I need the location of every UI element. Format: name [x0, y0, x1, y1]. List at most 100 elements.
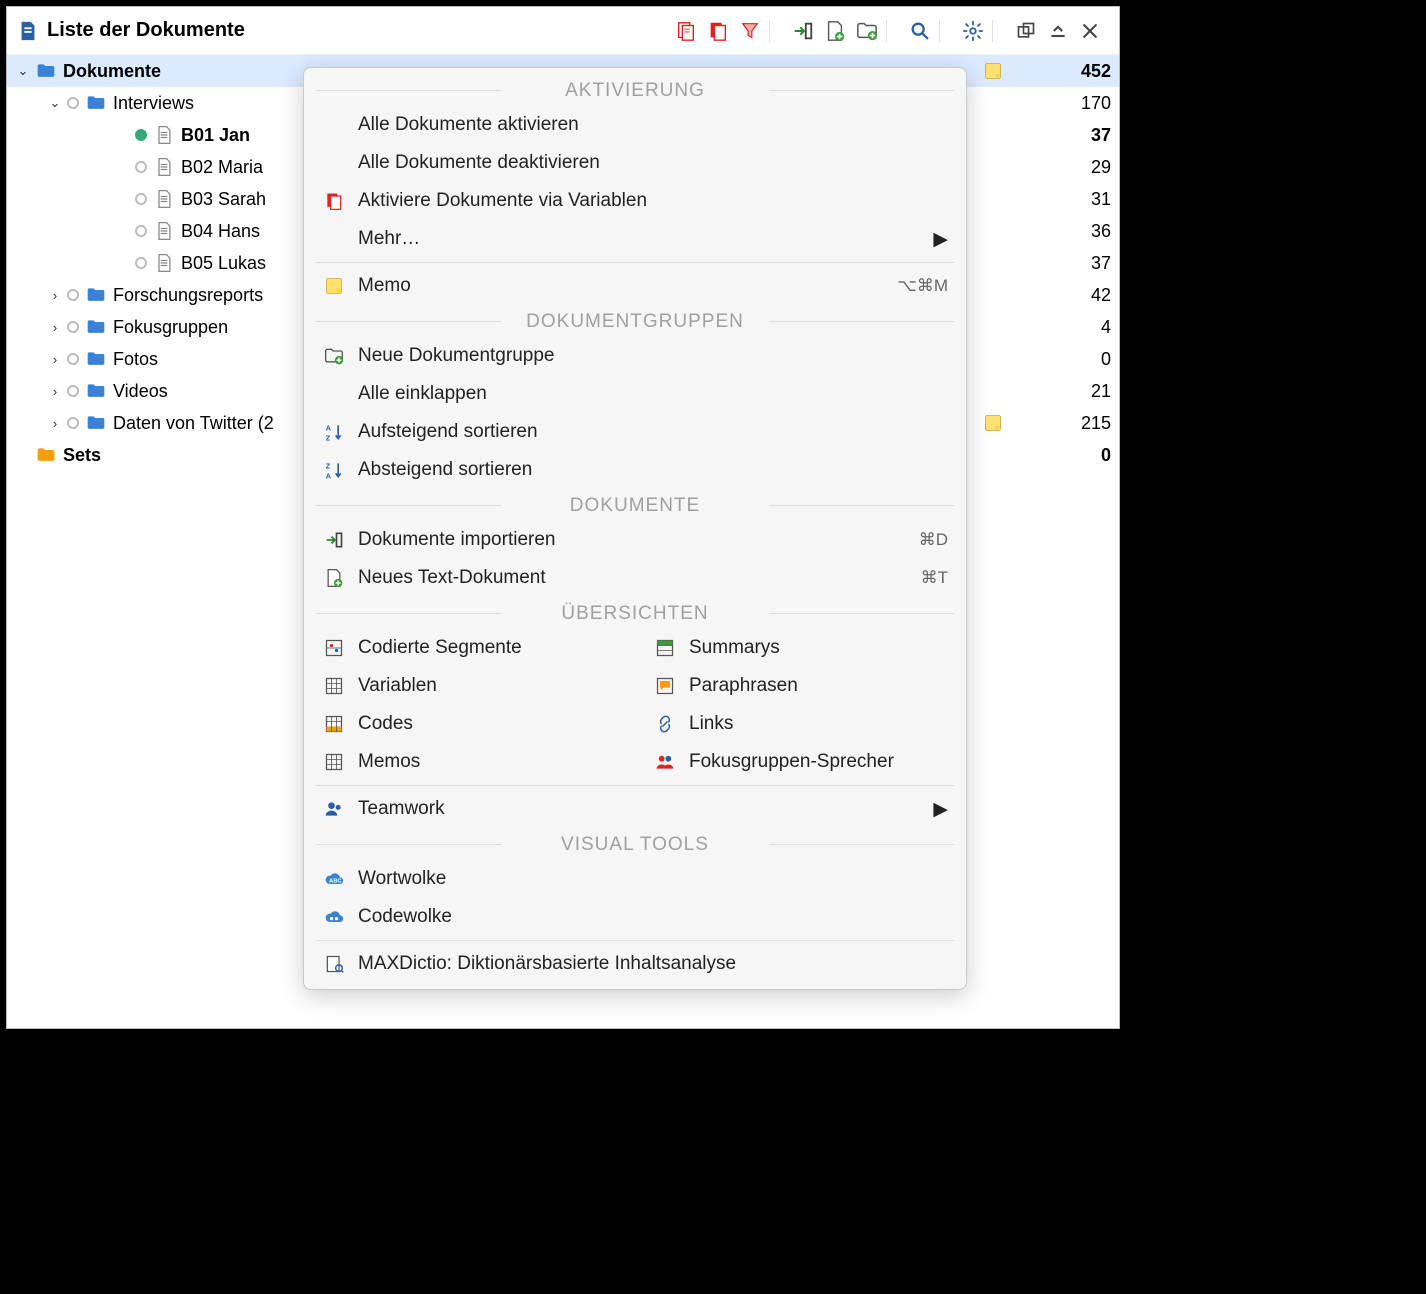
menu-teamwork[interactable]: Teamwork▶	[304, 790, 966, 828]
memos-icon	[322, 752, 346, 772]
import-icon[interactable]	[792, 20, 814, 42]
menu-new-group[interactable]: Neue Dokumentgruppe	[304, 337, 966, 375]
gear-icon[interactable]	[962, 20, 984, 42]
copy-docs-icon[interactable]	[707, 20, 729, 42]
folder-icon	[35, 444, 57, 466]
codes-icon	[322, 714, 346, 734]
menu-maxdictio[interactable]: MAXDictio: Diktionärsbasierte Inhaltsana…	[304, 945, 966, 983]
document-icon	[153, 220, 175, 242]
count-row: 452	[975, 55, 1119, 87]
paraphrases-icon	[653, 676, 677, 696]
activation-dot-icon[interactable]	[135, 193, 147, 205]
menu-codes[interactable]: Codes	[304, 705, 635, 743]
activation-dot-icon[interactable]	[135, 225, 147, 237]
count-value: 0	[1011, 349, 1119, 370]
activation-dot-icon[interactable]	[67, 97, 79, 109]
submenu-arrow-icon: ▶	[933, 228, 948, 251]
new-doc-icon[interactable]	[824, 20, 846, 42]
collapse-up-icon[interactable]	[1047, 20, 1069, 42]
count-value: 452	[1011, 61, 1119, 82]
section-documents: DOKUMENTE	[304, 489, 966, 521]
activation-dot-icon[interactable]	[67, 385, 79, 397]
activation-dot-icon[interactable]	[135, 257, 147, 269]
menu-collapse-all[interactable]: Alle einklappen	[304, 375, 966, 413]
menu-activate-via-variables[interactable]: Aktiviere Dokumente via Variablen	[304, 182, 966, 220]
menu-new-text-doc[interactable]: Neues Text-Dokument⌘T	[304, 559, 966, 597]
people-icon	[653, 752, 677, 772]
activate-docs-icon[interactable]	[675, 20, 697, 42]
expand-toggle-icon[interactable]: ›	[43, 320, 67, 335]
menu-paraphrases[interactable]: Paraphrasen	[635, 667, 966, 705]
count-row: 36	[975, 215, 1119, 247]
count-value: 31	[1011, 189, 1119, 210]
activation-dot-icon[interactable]	[67, 289, 79, 301]
memo-cell[interactable]	[975, 61, 1011, 81]
dict-icon	[322, 954, 346, 974]
activation-dot-icon[interactable]	[135, 161, 147, 173]
context-menu: AKTIVIERUNG Alle Dokumente aktivieren Al…	[303, 67, 967, 990]
activation-dot-icon[interactable]	[67, 417, 79, 429]
links-icon	[653, 714, 677, 734]
memo-icon	[983, 413, 1003, 433]
count-value: 37	[1011, 125, 1119, 146]
menu-sort-asc[interactable]: Aufsteigend sortieren	[304, 413, 966, 451]
count-row: 21	[975, 375, 1119, 407]
section-overviews: ÜBERSICHTEN	[304, 597, 966, 629]
expand-toggle-icon[interactable]: ⌄	[43, 95, 67, 111]
menu-sort-desc[interactable]: Absteigend sortieren	[304, 451, 966, 489]
summaries-icon	[653, 638, 677, 658]
count-row: 29	[975, 151, 1119, 183]
count-value: 37	[1011, 253, 1119, 274]
expand-toggle-icon[interactable]: ›	[43, 416, 67, 431]
menu-import-docs[interactable]: Dokumente importieren⌘D	[304, 521, 966, 559]
folder-icon	[85, 380, 107, 402]
folder-icon	[85, 92, 107, 114]
menu-summaries[interactable]: Summarys	[635, 629, 966, 667]
menu-focus-speakers[interactable]: Fokusgruppen-Sprecher	[635, 743, 966, 781]
menu-more[interactable]: Mehr…▶	[304, 220, 966, 258]
menu-deactivate-all[interactable]: Alle Dokumente deaktivieren	[304, 144, 966, 182]
expand-toggle-icon[interactable]: ›	[43, 288, 67, 303]
count-value: 215	[1011, 413, 1119, 434]
menu-activate-all[interactable]: Alle Dokumente aktivieren	[304, 106, 966, 144]
menu-codecloud[interactable]: Codewolke	[304, 898, 966, 936]
menu-links[interactable]: Links	[635, 705, 966, 743]
menu-wordcloud[interactable]: Wortwolke	[304, 860, 966, 898]
filter-docs-icon[interactable]	[739, 20, 761, 42]
count-row: 0	[975, 439, 1119, 471]
document-icon	[153, 252, 175, 274]
count-value: 21	[1011, 381, 1119, 402]
titlebar: Liste der Dokumente	[7, 7, 1119, 55]
menu-memos[interactable]: Memos	[304, 743, 635, 781]
menu-memo[interactable]: Memo⌥⌘M	[304, 267, 966, 305]
expand-toggle-icon[interactable]: ⌄	[11, 63, 35, 79]
new-folder-icon	[322, 346, 346, 366]
section-activation: AKTIVIERUNG	[304, 74, 966, 106]
activation-dot-icon[interactable]	[135, 129, 147, 141]
expand-toggle-icon[interactable]: ›	[43, 384, 67, 399]
count-row: 170	[975, 87, 1119, 119]
memo-icon	[322, 276, 346, 296]
activation-dot-icon[interactable]	[67, 353, 79, 365]
memo-cell[interactable]	[975, 413, 1011, 433]
document-icon	[153, 124, 175, 146]
count-value: 36	[1011, 221, 1119, 242]
search-icon[interactable]	[909, 20, 931, 42]
menu-coded-segments[interactable]: Codierte Segmente	[304, 629, 635, 667]
count-value: 0	[1011, 445, 1119, 466]
count-value: 42	[1011, 285, 1119, 306]
menu-variables[interactable]: Variablen	[304, 667, 635, 705]
activation-dot-icon[interactable]	[67, 321, 79, 333]
expand-toggle-icon[interactable]: ›	[43, 352, 67, 367]
section-visual: VISUAL TOOLS	[304, 828, 966, 860]
sort-asc-icon	[322, 422, 346, 442]
memo-icon	[983, 61, 1003, 81]
count-row: 37	[975, 247, 1119, 279]
new-folder-icon[interactable]	[856, 20, 878, 42]
section-docgroups: DOKUMENTGRUPPEN	[304, 305, 966, 337]
count-row: 31	[975, 183, 1119, 215]
submenu-arrow-icon: ▶	[933, 798, 948, 821]
popout-icon[interactable]	[1015, 20, 1037, 42]
document-icon	[153, 188, 175, 210]
close-icon[interactable]	[1079, 20, 1101, 42]
